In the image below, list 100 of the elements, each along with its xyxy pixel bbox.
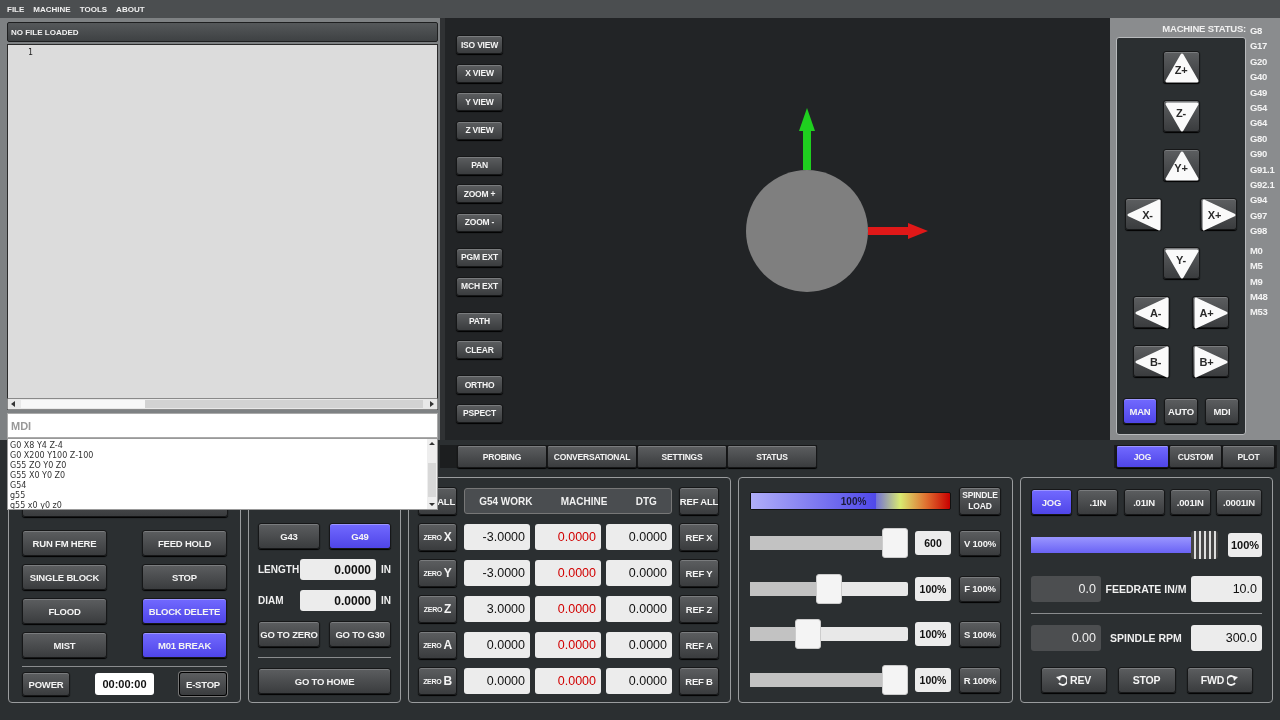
value-field[interactable]: 10.0 (1191, 576, 1262, 602)
tab[interactable]: CONVERSATIONAL (547, 445, 637, 468)
vertical-scrollbar[interactable] (427, 439, 437, 509)
ref-axis-button[interactable]: REF B (679, 667, 719, 695)
mode-tab[interactable]: AUTO (1164, 398, 1198, 424)
toggle-button[interactable]: FEED HOLD (142, 530, 227, 556)
go-button[interactable]: GO TO ZERO (258, 621, 320, 647)
view-button[interactable]: ZOOM + (456, 184, 503, 204)
tab[interactable]: STATUS (727, 445, 817, 468)
override-slider[interactable] (750, 528, 908, 558)
history-dropdown-menu[interactable]: G0 X8 Y4 Z-4 G0 X200 Y100 Z-100 G55 ZO Y0 Z0 G55 X0 Y0 Z0 G54 g55 g55 x0 y0 z0 (7, 438, 438, 510)
increment-button[interactable]: .0001IN (1216, 489, 1262, 515)
axis-jog-button[interactable]: B- (1133, 345, 1170, 377)
toggle-button[interactable]: STOP (142, 564, 227, 590)
history-item[interactable]: G54 (10, 481, 427, 491)
slider-thumb[interactable] (816, 573, 842, 604)
axis-jog-button[interactable]: X- (1125, 198, 1162, 230)
axis-jog-button[interactable]: B+ (1192, 345, 1229, 377)
mdi-input[interactable]: MDI (7, 413, 438, 438)
view-button[interactable]: ISO VIEW (456, 35, 503, 54)
override-slider[interactable] (750, 619, 908, 650)
toggle-button[interactable]: BLOCK DELETE (142, 598, 227, 624)
view-button[interactable]: Z VIEW (456, 120, 503, 140)
tab[interactable]: JOG (1116, 445, 1169, 468)
view-button[interactable]: ZOOM - (456, 212, 503, 232)
value-field[interactable]: 0.0000 (300, 590, 376, 611)
history-item[interactable]: G0 X8 Y4 Z-4 (10, 441, 427, 451)
tab[interactable]: SETTINGS (637, 445, 727, 468)
history-item[interactable]: g55 (10, 491, 427, 501)
menu-item[interactable]: FILE (7, 4, 25, 14)
ref-axis-button[interactable]: REF Z (679, 595, 719, 623)
power-button[interactable]: POWER (22, 672, 70, 696)
spindle-button[interactable]: STOP (1117, 667, 1176, 693)
g-code: G90 (1250, 147, 1269, 162)
history-item[interactable]: G0 X200 Y100 Z-100 (10, 451, 427, 461)
ref-axis-button[interactable]: REF Y (679, 559, 719, 587)
view-button[interactable]: MCH EXT (456, 276, 503, 296)
history-item[interactable]: G55 X0 Y0 Z0 (10, 471, 427, 481)
view-button[interactable]: PSPECT (456, 403, 503, 423)
tab[interactable]: PROBING (457, 445, 547, 468)
estop-button[interactable]: E-STOP (179, 672, 227, 696)
slider-thumb[interactable] (882, 528, 908, 558)
mode-tab[interactable]: MAN (1123, 398, 1157, 424)
axis-jog-button[interactable]: Z- (1162, 100, 1200, 132)
increment-button[interactable]: .1IN (1077, 489, 1119, 515)
view-button[interactable]: ORTHO (456, 375, 503, 395)
view-button[interactable]: PATH (456, 311, 503, 331)
history-item[interactable]: G55 ZO Y0 Z0 (10, 461, 427, 471)
axis-jog-button[interactable]: Y+ (1162, 149, 1200, 181)
override-button[interactable]: S 100% (959, 621, 1001, 648)
go-button[interactable]: GO TO G30 (329, 621, 391, 647)
axis-jog-button[interactable]: X+ (1200, 198, 1237, 230)
value-field[interactable]: 0.0000 (300, 559, 376, 580)
toggle-button[interactable]: G49 (329, 523, 391, 549)
slider-handle[interactable] (1191, 531, 1218, 559)
ref-axis-button[interactable]: REF A (679, 631, 719, 659)
toggle-button[interactable]: G43 (258, 523, 320, 549)
axis-jog-button[interactable]: Z+ (1162, 51, 1200, 83)
toggle-button[interactable]: SINGLE BLOCK (22, 564, 107, 590)
spindle-load-button[interactable]: SPINDLE LOAD (959, 487, 1001, 515)
triangle-icon (1163, 101, 1200, 133)
menu-item[interactable]: ABOUT (116, 4, 145, 14)
toggle-button[interactable]: RUN FM HERE (22, 530, 107, 556)
g-code: G17 (1250, 39, 1269, 54)
toggle-button[interactable]: MIST (22, 632, 107, 658)
mode-tab[interactable]: MDI (1205, 398, 1239, 424)
value-field[interactable]: 300.0 (1191, 625, 1262, 651)
spindle-button[interactable]: FWD (1186, 667, 1253, 693)
history-item[interactable]: g55 x0 y0 z0 (10, 501, 427, 509)
view-button[interactable]: CLEAR (456, 340, 503, 360)
jog-rate-slider[interactable] (1031, 531, 1218, 559)
tab[interactable]: PLOT (1222, 445, 1275, 468)
spindle-button[interactable]: REV (1040, 667, 1107, 693)
tab[interactable]: CUSTOM (1169, 445, 1222, 468)
horizontal-scrollbar[interactable] (7, 398, 438, 410)
slider-thumb[interactable] (882, 665, 908, 696)
ref-all-button[interactable]: REF ALL (679, 487, 719, 515)
view-button[interactable]: PGM EXT (456, 247, 503, 267)
view-button[interactable]: Y VIEW (456, 92, 503, 112)
increment-button[interactable]: JOG (1031, 489, 1072, 515)
override-button[interactable]: F 100% (959, 575, 1001, 602)
triangle-icon (1163, 150, 1200, 182)
override-button[interactable]: V 100% (959, 530, 1001, 556)
menu-item[interactable]: TOOLS (79, 4, 108, 14)
view-button[interactable]: X VIEW (456, 63, 503, 83)
override-button[interactable]: R 100% (959, 667, 1001, 694)
ref-axis-button[interactable]: REF X (679, 523, 719, 551)
home-button[interactable]: GO TO HOME (258, 668, 391, 694)
override-slider[interactable] (750, 573, 908, 604)
toggle-button[interactable]: FLOOD (22, 598, 107, 624)
axis-jog-button[interactable]: A- (1133, 296, 1170, 328)
override-slider[interactable] (750, 665, 908, 696)
increment-button[interactable]: .01IN (1123, 489, 1165, 515)
increment-button[interactable]: .001IN (1169, 489, 1211, 515)
slider-thumb[interactable] (794, 619, 821, 650)
toggle-button[interactable]: M01 BREAK (142, 632, 227, 658)
view-button[interactable]: PAN (456, 155, 503, 175)
axis-jog-button[interactable]: Y- (1162, 247, 1200, 279)
axis-jog-button[interactable]: A+ (1192, 296, 1229, 328)
menu-item[interactable]: MACHINE (33, 4, 71, 14)
